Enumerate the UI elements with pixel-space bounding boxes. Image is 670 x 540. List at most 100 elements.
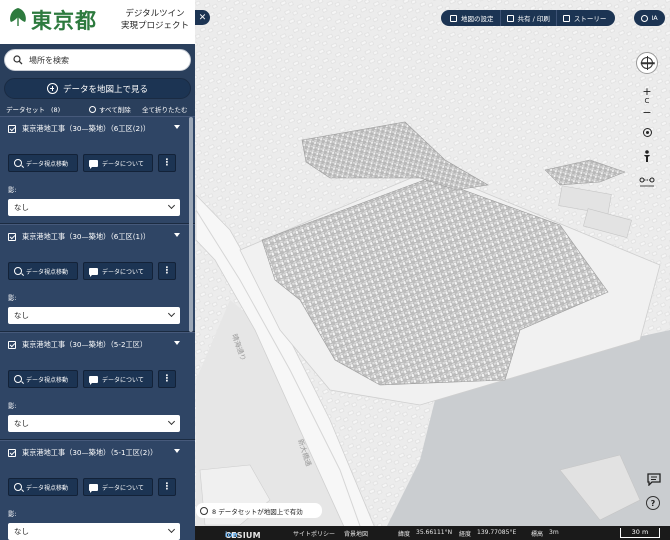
zoom-to-data-button[interactable]: データ視点移動 bbox=[8, 478, 78, 496]
search-input[interactable] bbox=[29, 53, 179, 68]
about-data-label: データについて bbox=[102, 160, 144, 168]
about-data-button[interactable]: データについて bbox=[83, 262, 153, 280]
measure-icon bbox=[639, 177, 655, 187]
zoom-to-data-button[interactable]: データ視点移動 bbox=[8, 154, 78, 172]
compass-icon bbox=[641, 56, 653, 70]
dataset-name[interactable]: 東京港地工事（30—築地）（6工区(2)） bbox=[22, 123, 172, 135]
dataset-list: 東京港地工事（30—築地）（6工区(2)） データ視点移動 データについて ⋮ … bbox=[0, 116, 195, 540]
more-options-button[interactable]: ⋮ bbox=[158, 478, 176, 496]
dataset-card: 東京港地工事（30—築地）（5-2工区） データ視点移動 データについて ⋮ 影… bbox=[0, 332, 195, 440]
collapse-all-button[interactable]: 全て折りたたむ bbox=[142, 104, 188, 114]
pedestrian-mode-button[interactable] bbox=[641, 149, 653, 163]
measure-tool-button[interactable] bbox=[639, 175, 655, 189]
collapse-all-label: 全て折りたたむ bbox=[142, 106, 188, 114]
my-location-button[interactable] bbox=[641, 126, 653, 138]
more-options-button[interactable]: ⋮ bbox=[158, 262, 176, 280]
comment-icon bbox=[89, 159, 98, 169]
shadow-select-value: なし bbox=[14, 311, 29, 320]
chevron-down-icon[interactable] bbox=[174, 449, 180, 453]
status-bar: CESIUM ion サイトポリシー 背景地図 緯度 35.66111°N 経度… bbox=[195, 526, 670, 540]
about-data-button[interactable]: データについて bbox=[83, 154, 153, 172]
datasets-count: (8) bbox=[51, 106, 61, 114]
top-toolbar: 地図の設定 共有 / 印刷 ストーリー bbox=[441, 10, 616, 26]
chevron-down-icon[interactable] bbox=[174, 341, 180, 345]
dataset-actions: データ視点移動 データについて ⋮ bbox=[8, 154, 181, 172]
dataset-actions: データ視点移動 データについて ⋮ bbox=[8, 478, 181, 496]
dataset-name[interactable]: 東京港地工事（30—築地）（5-2工区） bbox=[22, 339, 172, 351]
about-data-label: データについて bbox=[102, 268, 144, 276]
altitude-label: 標高 bbox=[531, 531, 544, 538]
site-policy-link[interactable]: サイトポリシー bbox=[293, 529, 335, 538]
altitude-value: 3m bbox=[549, 529, 559, 536]
add-data-label: データを地図上で見る bbox=[62, 84, 148, 95]
logo-subtitle: デジタルツイン 実現プロジェクト bbox=[120, 8, 190, 32]
dataset-name[interactable]: 東京港地工事（30—築地）（5-1工区(2)） bbox=[22, 447, 172, 459]
dataset-visibility-checkbox[interactable] bbox=[8, 125, 16, 133]
feedback-button[interactable] bbox=[646, 472, 662, 486]
zoom-out-button[interactable]: − bbox=[641, 105, 653, 119]
dataset-card: 東京港地工事（30—築地）（6工区(2)） データ視点移動 データについて ⋮ … bbox=[0, 116, 195, 224]
search-icon bbox=[14, 267, 22, 275]
zoom-to-data-label: データ視点移動 bbox=[26, 484, 69, 492]
longitude-value: 139.77085°E bbox=[477, 529, 517, 536]
map-scale-bar: 30 m bbox=[620, 528, 660, 538]
left-panel: 東京都 デジタルツイン 実現プロジェクト データを地図上で見る データセット (8… bbox=[0, 0, 195, 540]
active-datasets-notice: 8 データセットが地図上で有効 bbox=[196, 503, 322, 518]
shadow-select-value: なし bbox=[14, 527, 29, 536]
zoom-to-data-label: データ視点移動 bbox=[26, 268, 69, 276]
shadow-select[interactable]: なし bbox=[8, 307, 180, 324]
datasets-header: データセット (8) すべて削除 全て折りたたむ bbox=[0, 101, 195, 115]
zoom-to-data-button[interactable]: データ視点移動 bbox=[8, 370, 78, 388]
dataset-actions: データ視点移動 データについて ⋮ bbox=[8, 370, 181, 388]
close-panel-button[interactable]: ✕ bbox=[195, 10, 210, 25]
map-settings-icon bbox=[450, 14, 457, 22]
more-options-button[interactable]: ⋮ bbox=[158, 154, 176, 172]
dataset-visibility-checkbox[interactable] bbox=[8, 449, 16, 457]
about-data-label: データについて bbox=[102, 484, 144, 492]
help-button[interactable]: ? bbox=[646, 496, 660, 510]
shadow-select-value: なし bbox=[14, 203, 29, 212]
search-field[interactable] bbox=[4, 49, 191, 71]
map-settings-button[interactable]: 地図の設定 bbox=[444, 10, 501, 26]
chevron-down-icon[interactable] bbox=[174, 125, 180, 129]
search-icon bbox=[14, 483, 22, 491]
latitude-value: 35.66111°N bbox=[416, 529, 453, 536]
language-button[interactable]: IA bbox=[634, 10, 665, 26]
story-label: ストーリー bbox=[573, 15, 607, 23]
pedestrian-icon bbox=[644, 149, 650, 162]
shadow-select[interactable]: なし bbox=[8, 415, 180, 432]
about-data-button[interactable]: データについて bbox=[83, 478, 153, 496]
dataset-card: 東京港地工事（30—築地）（6工区(1)） データ視点移動 データについて ⋮ … bbox=[0, 224, 195, 332]
shadow-select[interactable]: なし bbox=[8, 523, 180, 540]
chevron-down-icon[interactable] bbox=[174, 233, 180, 237]
reset-icon: C bbox=[644, 97, 650, 105]
story-icon bbox=[562, 14, 570, 22]
lightbulb-icon bbox=[200, 506, 208, 515]
logo-text[interactable]: 東京都 bbox=[31, 5, 97, 35]
dataset-name[interactable]: 東京港地工事（30—築地）（6工区(1)） bbox=[22, 231, 172, 243]
chevron-down-icon bbox=[167, 309, 176, 318]
comment-icon bbox=[89, 267, 98, 277]
more-options-button[interactable]: ⋮ bbox=[158, 370, 176, 388]
dataset-actions: データ視点移動 データについて ⋮ bbox=[8, 262, 181, 280]
basemap-credit-link[interactable]: 背景地図 bbox=[344, 529, 368, 538]
kebab-icon: ⋮ bbox=[162, 373, 172, 384]
about-data-label: データについて bbox=[102, 376, 144, 384]
remove-all-button[interactable]: すべて削除 bbox=[89, 104, 131, 114]
cesium-ion-text: ion bbox=[225, 530, 238, 539]
shadow-select[interactable]: なし bbox=[8, 199, 180, 216]
add-data-button[interactable]: データを地図上で見る bbox=[4, 78, 191, 99]
panel-scrollbar[interactable] bbox=[189, 117, 193, 332]
minus-icon: − bbox=[642, 105, 652, 119]
zoom-reset-button[interactable]: C bbox=[641, 96, 653, 106]
dataset-visibility-checkbox[interactable] bbox=[8, 341, 16, 349]
compass-control[interactable] bbox=[636, 52, 658, 74]
plus-circle-icon bbox=[46, 83, 58, 94]
comment-icon bbox=[89, 375, 98, 385]
story-button[interactable]: ストーリー bbox=[557, 10, 613, 26]
about-data-button[interactable]: データについて bbox=[83, 370, 153, 388]
close-icon: ✕ bbox=[198, 12, 207, 23]
zoom-to-data-button[interactable]: データ視点移動 bbox=[8, 262, 78, 280]
share-print-button[interactable]: 共有 / 印刷 bbox=[501, 10, 557, 26]
dataset-visibility-checkbox[interactable] bbox=[8, 233, 16, 241]
